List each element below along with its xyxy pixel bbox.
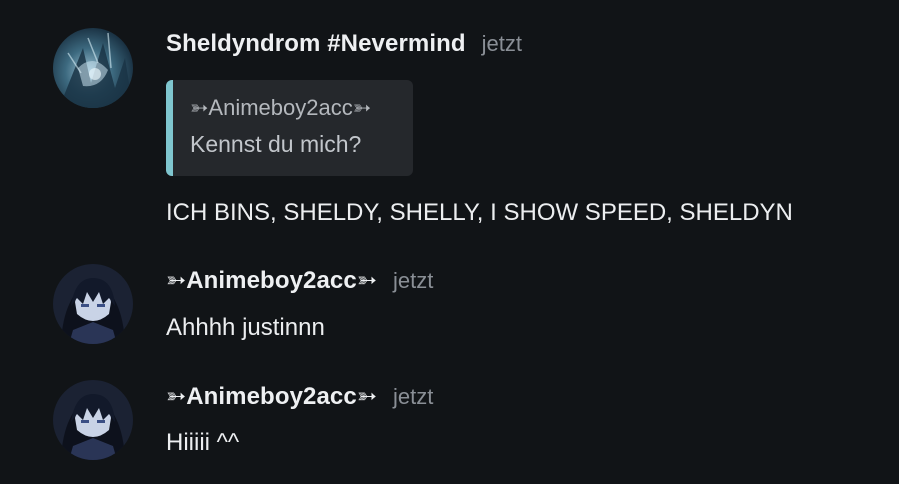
anime-hooded-boy-avatar-icon [53, 380, 133, 460]
timestamp: jetzt [481, 31, 522, 56]
reply-text: Kennst du mich? [190, 131, 362, 157]
message-text: Ahhhh justinnn [166, 314, 325, 341]
message-header: Sheldyndrom #Nevermind jetzt [166, 30, 522, 60]
message-header: ➳Animeboy2acc➳ jetzt [166, 266, 433, 296]
message-text: ICH BINS, SHELDY, SHELLY, I SHOW SPEED, … [166, 199, 793, 226]
author-name[interactable]: ➳Animeboy2acc➳ [166, 382, 377, 411]
dark-artwork-avatar-icon [53, 28, 133, 108]
timestamp: jetzt [393, 268, 434, 293]
reply-accent-bar [166, 80, 173, 176]
reply-author: ➳Animeboy2acc➳ [190, 95, 372, 120]
timestamp: jetzt [393, 384, 434, 409]
anime-hooded-boy-avatar-icon [53, 264, 133, 344]
message-header: ➳Animeboy2acc➳ jetzt [166, 382, 433, 412]
user-avatar[interactable] [53, 28, 133, 108]
user-avatar[interactable] [53, 264, 133, 344]
message-text: Hiiiii ^^ [166, 429, 240, 456]
reply-quote[interactable]: ➳Animeboy2acc➳ Kennst du mich? [166, 80, 413, 176]
author-name[interactable]: ➳Animeboy2acc➳ [166, 266, 377, 295]
author-name[interactable]: Sheldyndrom #Nevermind [166, 30, 466, 58]
user-avatar[interactable] [53, 380, 133, 460]
